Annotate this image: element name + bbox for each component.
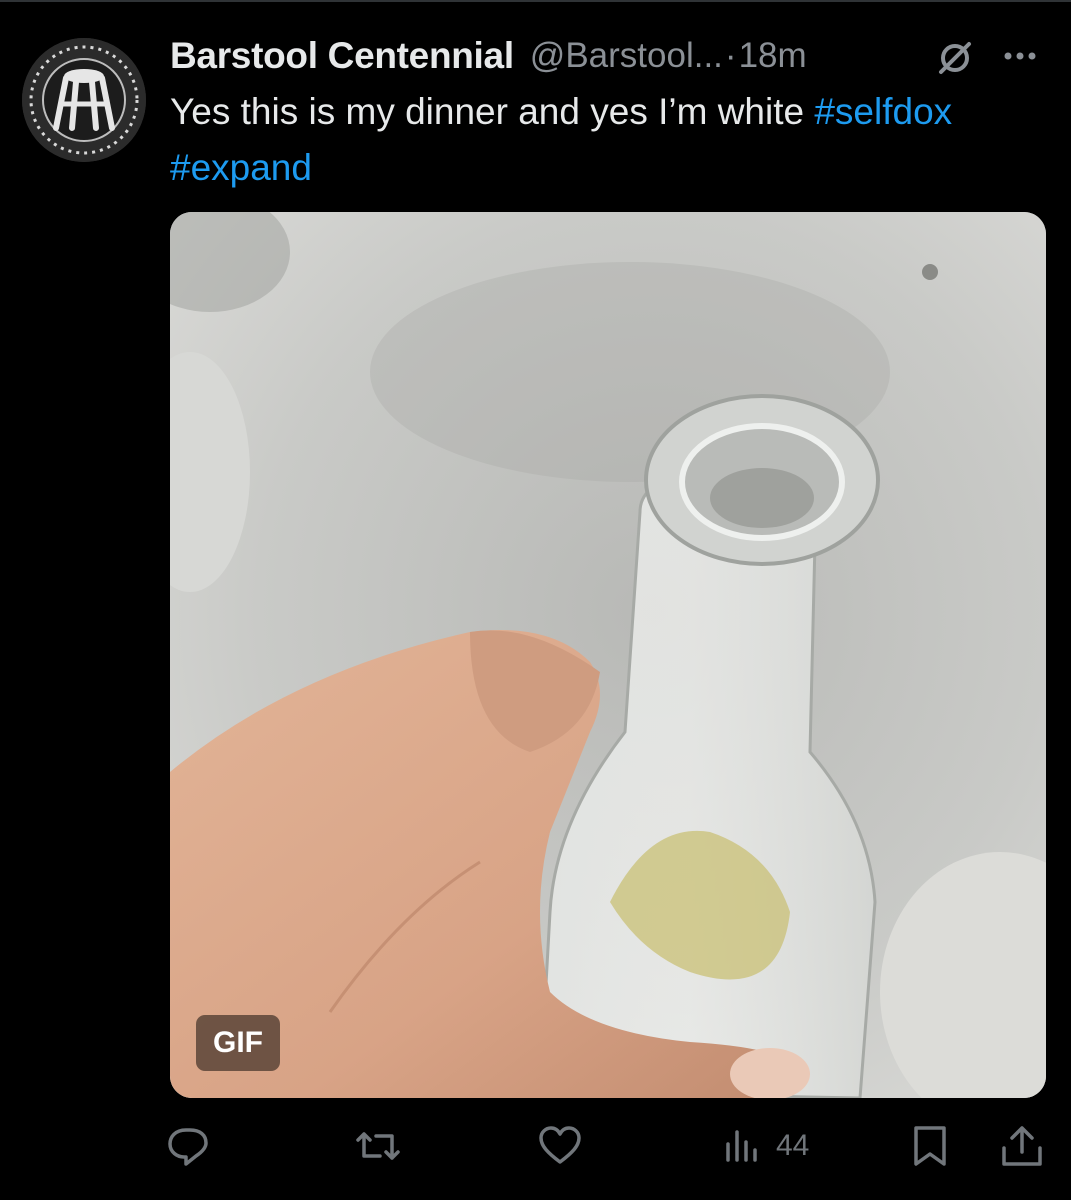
share-button[interactable] <box>994 1118 1050 1174</box>
top-divider <box>0 0 1071 2</box>
more-options-icon[interactable] <box>996 34 1044 78</box>
retweet-button[interactable] <box>350 1118 406 1174</box>
hashtag-expand[interactable]: #expand <box>170 147 312 188</box>
grok-icon[interactable] <box>933 36 977 80</box>
action-bar: 44 <box>160 1118 1050 1174</box>
reply-icon <box>168 1128 208 1166</box>
timestamp[interactable]: 18m <box>739 36 807 76</box>
tweet-body: Yes this is my dinner and yes I’m white <box>170 91 815 132</box>
gif-image <box>170 212 1046 1098</box>
views-button[interactable]: 44 <box>720 1118 809 1174</box>
views-icon <box>726 1130 757 1162</box>
tweet-header: Barstool Centennial @Barstool... · 18m <box>170 30 1050 82</box>
barstool-logo-icon <box>22 38 146 162</box>
user-handle[interactable]: @Barstool... <box>530 36 723 76</box>
tweet-text: Yes this is my dinner and yes I’m white … <box>170 84 1055 196</box>
display-name[interactable]: Barstool Centennial <box>170 35 514 77</box>
retweet-icon <box>356 1132 400 1160</box>
tweet-media[interactable]: GIF <box>170 212 1046 1098</box>
gif-badge: GIF <box>196 1015 280 1071</box>
bookmark-button[interactable] <box>902 1118 958 1174</box>
views-count: 44 <box>776 1129 810 1162</box>
share-icon <box>1002 1126 1042 1166</box>
hashtag-selfdox[interactable]: #selfdox <box>814 91 952 132</box>
like-button[interactable] <box>532 1118 588 1174</box>
like-icon <box>539 1126 581 1164</box>
reply-button[interactable] <box>160 1118 216 1174</box>
bookmark-icon <box>914 1126 946 1166</box>
avatar[interactable] <box>22 38 146 162</box>
separator-dot: · <box>724 36 737 75</box>
